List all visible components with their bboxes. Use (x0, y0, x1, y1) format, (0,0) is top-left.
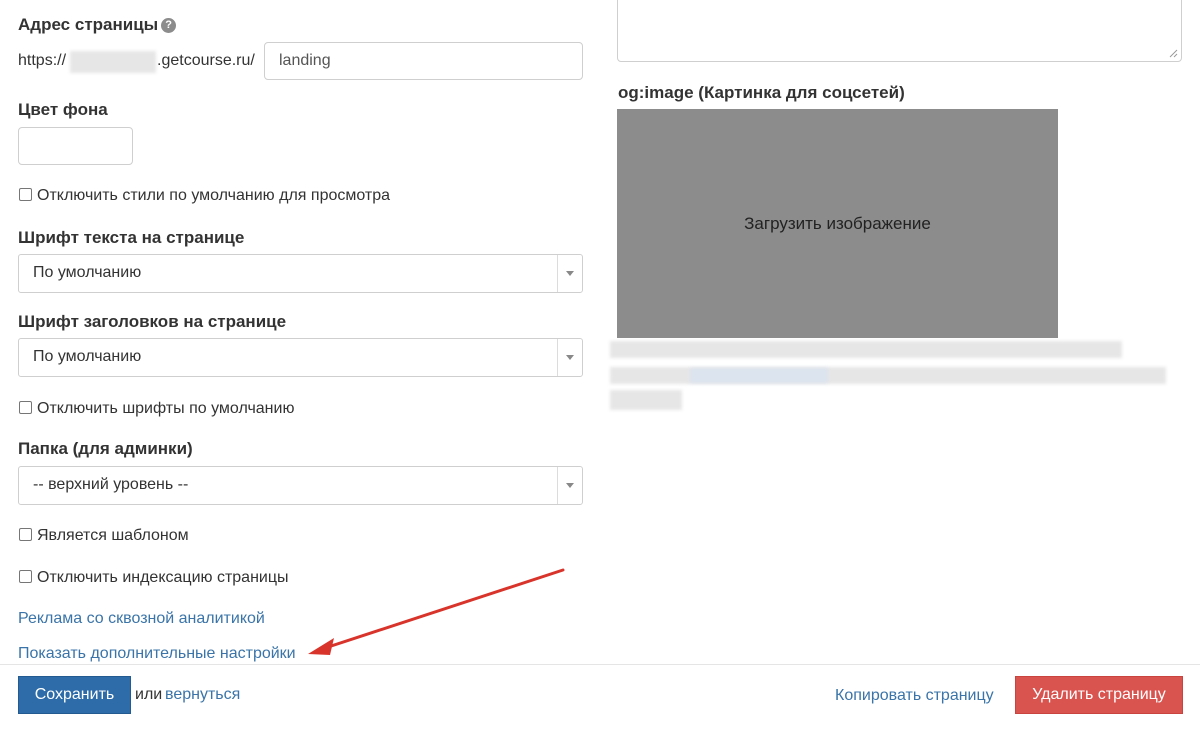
redacted-link (690, 368, 828, 383)
bg-color-input[interactable] (18, 127, 133, 165)
redacted-subdomain (70, 51, 156, 73)
copy-page-link[interactable]: Копировать страницу (835, 687, 994, 705)
help-icon[interactable]: ? (161, 18, 177, 33)
disable-default-styles-label: Отключить стили по умолчанию для просмот… (37, 187, 391, 204)
description-textarea[interactable] (617, 0, 1182, 62)
page-address-label-text: Адрес страницы (18, 15, 159, 34)
chevron-down-icon (566, 355, 574, 360)
page-address-label: Адрес страницы? (18, 15, 177, 35)
upload-image-area[interactable]: Загрузить изображение (617, 109, 1058, 338)
bg-color-label: Цвет фона (18, 100, 108, 119)
ads-analytics-link[interactable]: Реклама со сквозной аналитикой (18, 610, 265, 628)
save-button[interactable]: Сохранить (18, 676, 131, 714)
text-font-dropdown-toggle[interactable] (557, 255, 582, 292)
disable-indexing-checkbox[interactable] (19, 570, 32, 583)
folder-dropdown-toggle[interactable] (557, 467, 582, 504)
folder-value: -- верхний уровень -- (33, 476, 189, 493)
disable-default-styles-checkbox[interactable] (19, 188, 32, 201)
page-slug-input[interactable] (264, 42, 583, 80)
redacted-text-line (610, 390, 682, 410)
text-font-label: Шрифт текста на странице (18, 228, 245, 247)
og-image-label: og:image (Картинка для соцсетей) (618, 83, 905, 102)
text-font-value: По умолчанию (33, 264, 142, 281)
is-template-label: Является шаблоном (37, 527, 189, 544)
footer-divider (0, 664, 1200, 665)
resize-handle-icon[interactable] (1169, 49, 1178, 58)
disable-indexing-label: Отключить индексацию страницы (37, 569, 289, 586)
heading-font-value: По умолчанию (33, 348, 142, 365)
url-domain: .getcourse.ru/ (157, 52, 255, 69)
heading-font-label: Шрифт заголовков на странице (18, 312, 287, 331)
upload-image-label: Загрузить изображение (744, 214, 931, 233)
delete-page-button[interactable]: Удалить страницу (1015, 676, 1183, 714)
annotation-arrow (308, 568, 565, 655)
or-text: или (135, 686, 163, 703)
show-more-settings-link[interactable]: Показать дополнительные настройки (18, 645, 296, 663)
disable-default-fonts-checkbox[interactable] (19, 401, 32, 414)
text-font-select[interactable]: По умолчанию (18, 254, 583, 293)
redacted-text-line (610, 341, 1122, 358)
chevron-down-icon (566, 271, 574, 276)
chevron-down-icon (566, 483, 574, 488)
url-prefix: https:// (18, 52, 67, 69)
back-link[interactable]: вернуться (165, 686, 240, 704)
heading-font-select[interactable]: По умолчанию (18, 338, 583, 377)
folder-select[interactable]: -- верхний уровень -- (18, 466, 583, 505)
disable-default-fonts-label: Отключить шрифты по умолчанию (37, 400, 295, 417)
folder-label: Папка (для админки) (18, 439, 193, 458)
heading-font-dropdown-toggle[interactable] (557, 339, 582, 376)
is-template-checkbox[interactable] (19, 528, 32, 541)
